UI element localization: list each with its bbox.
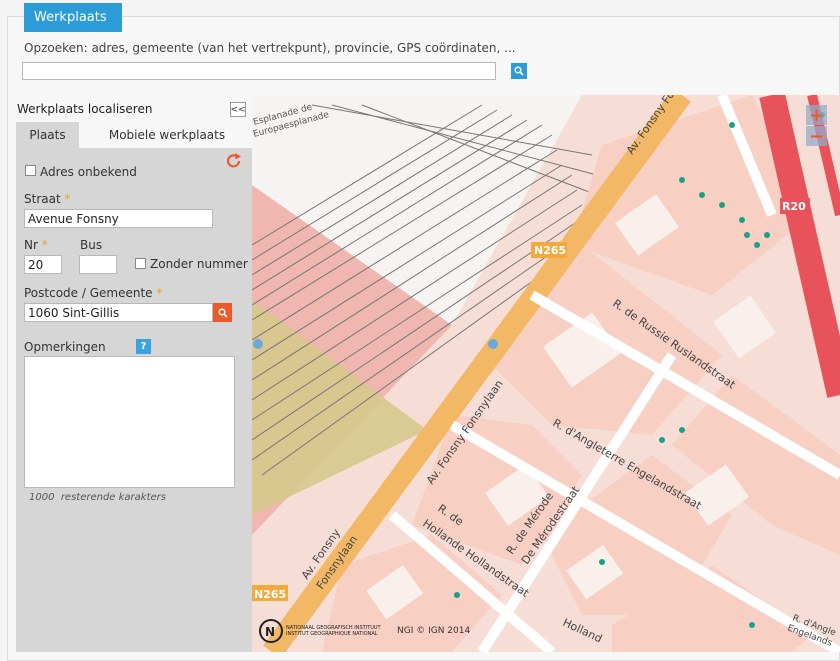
ngi-logo-icon: N [259,619,283,643]
map-canvas[interactable]: Esplanade de Europaesplanade Av. Fonsny … [252,95,840,652]
nr-label: Nr * [24,238,48,252]
ngi-logo: N NATIONAAL GEOGRAFISCH INSTITUUT INSTIT… [258,618,381,644]
remaining-characters: 1000 resterende karakters [29,492,166,503]
svg-text:N265: N265 [254,588,286,601]
panel-tabs: Plaats Mobiele werkplaats [16,122,252,148]
no-number-label: Zonder nummer [150,257,248,271]
zoom-in-button[interactable]: + [806,105,827,126]
location-panel: Plaats Mobiele werkplaats Adres onbekend… [16,122,252,652]
tab-plaats[interactable]: Plaats [16,122,79,148]
address-unknown-label: Adres onbekend [40,165,137,179]
nr-field[interactable]: 20 [24,255,62,274]
svg-text:Holland: Holland [561,616,604,645]
address-unknown-checkbox[interactable] [25,165,36,176]
svg-text:R20: R20 [782,200,806,213]
search-icon [217,307,228,318]
left-panel-title: Werkplaats localiseren [17,102,153,116]
map-marker[interactable] [253,339,263,349]
remarks-textarea[interactable] [24,356,235,488]
street-field[interactable]: Avenue Fonsny [24,209,213,228]
map-view[interactable]: Esplanade de Europaesplanade Av. Fonsny … [252,95,840,652]
zoom-out-button[interactable]: − [806,126,827,147]
bus-label: Bus [80,238,103,252]
map-credit: NGI © IGN 2014 [397,626,471,636]
tab-mobiele-werkplaats[interactable]: Mobiele werkplaats [82,122,252,148]
no-number-checkbox[interactable] [135,258,146,269]
bus-field[interactable] [79,255,117,274]
svg-text:N: N [265,625,275,639]
postcode-search-button[interactable] [213,303,232,322]
search-icon [514,66,524,76]
collapse-panel-button[interactable]: << [230,102,246,117]
street-label: Straat * [24,192,71,206]
search-input[interactable] [22,62,496,80]
search-label: Opzoeken: adres, gemeente (van het vertr… [24,41,516,55]
map-marker[interactable] [488,339,498,349]
postcode-label: Postcode / Gemeente * [24,286,163,300]
search-button[interactable] [511,63,527,79]
help-icon[interactable]: ? [136,339,151,354]
remarks-label: Opmerkingen [24,340,106,354]
postcode-field[interactable]: 1060 Sint-Gillis [24,303,213,322]
page-title-tab: Werkplaats [24,3,122,32]
refresh-icon[interactable] [225,152,243,170]
svg-text:N265: N265 [534,244,566,257]
